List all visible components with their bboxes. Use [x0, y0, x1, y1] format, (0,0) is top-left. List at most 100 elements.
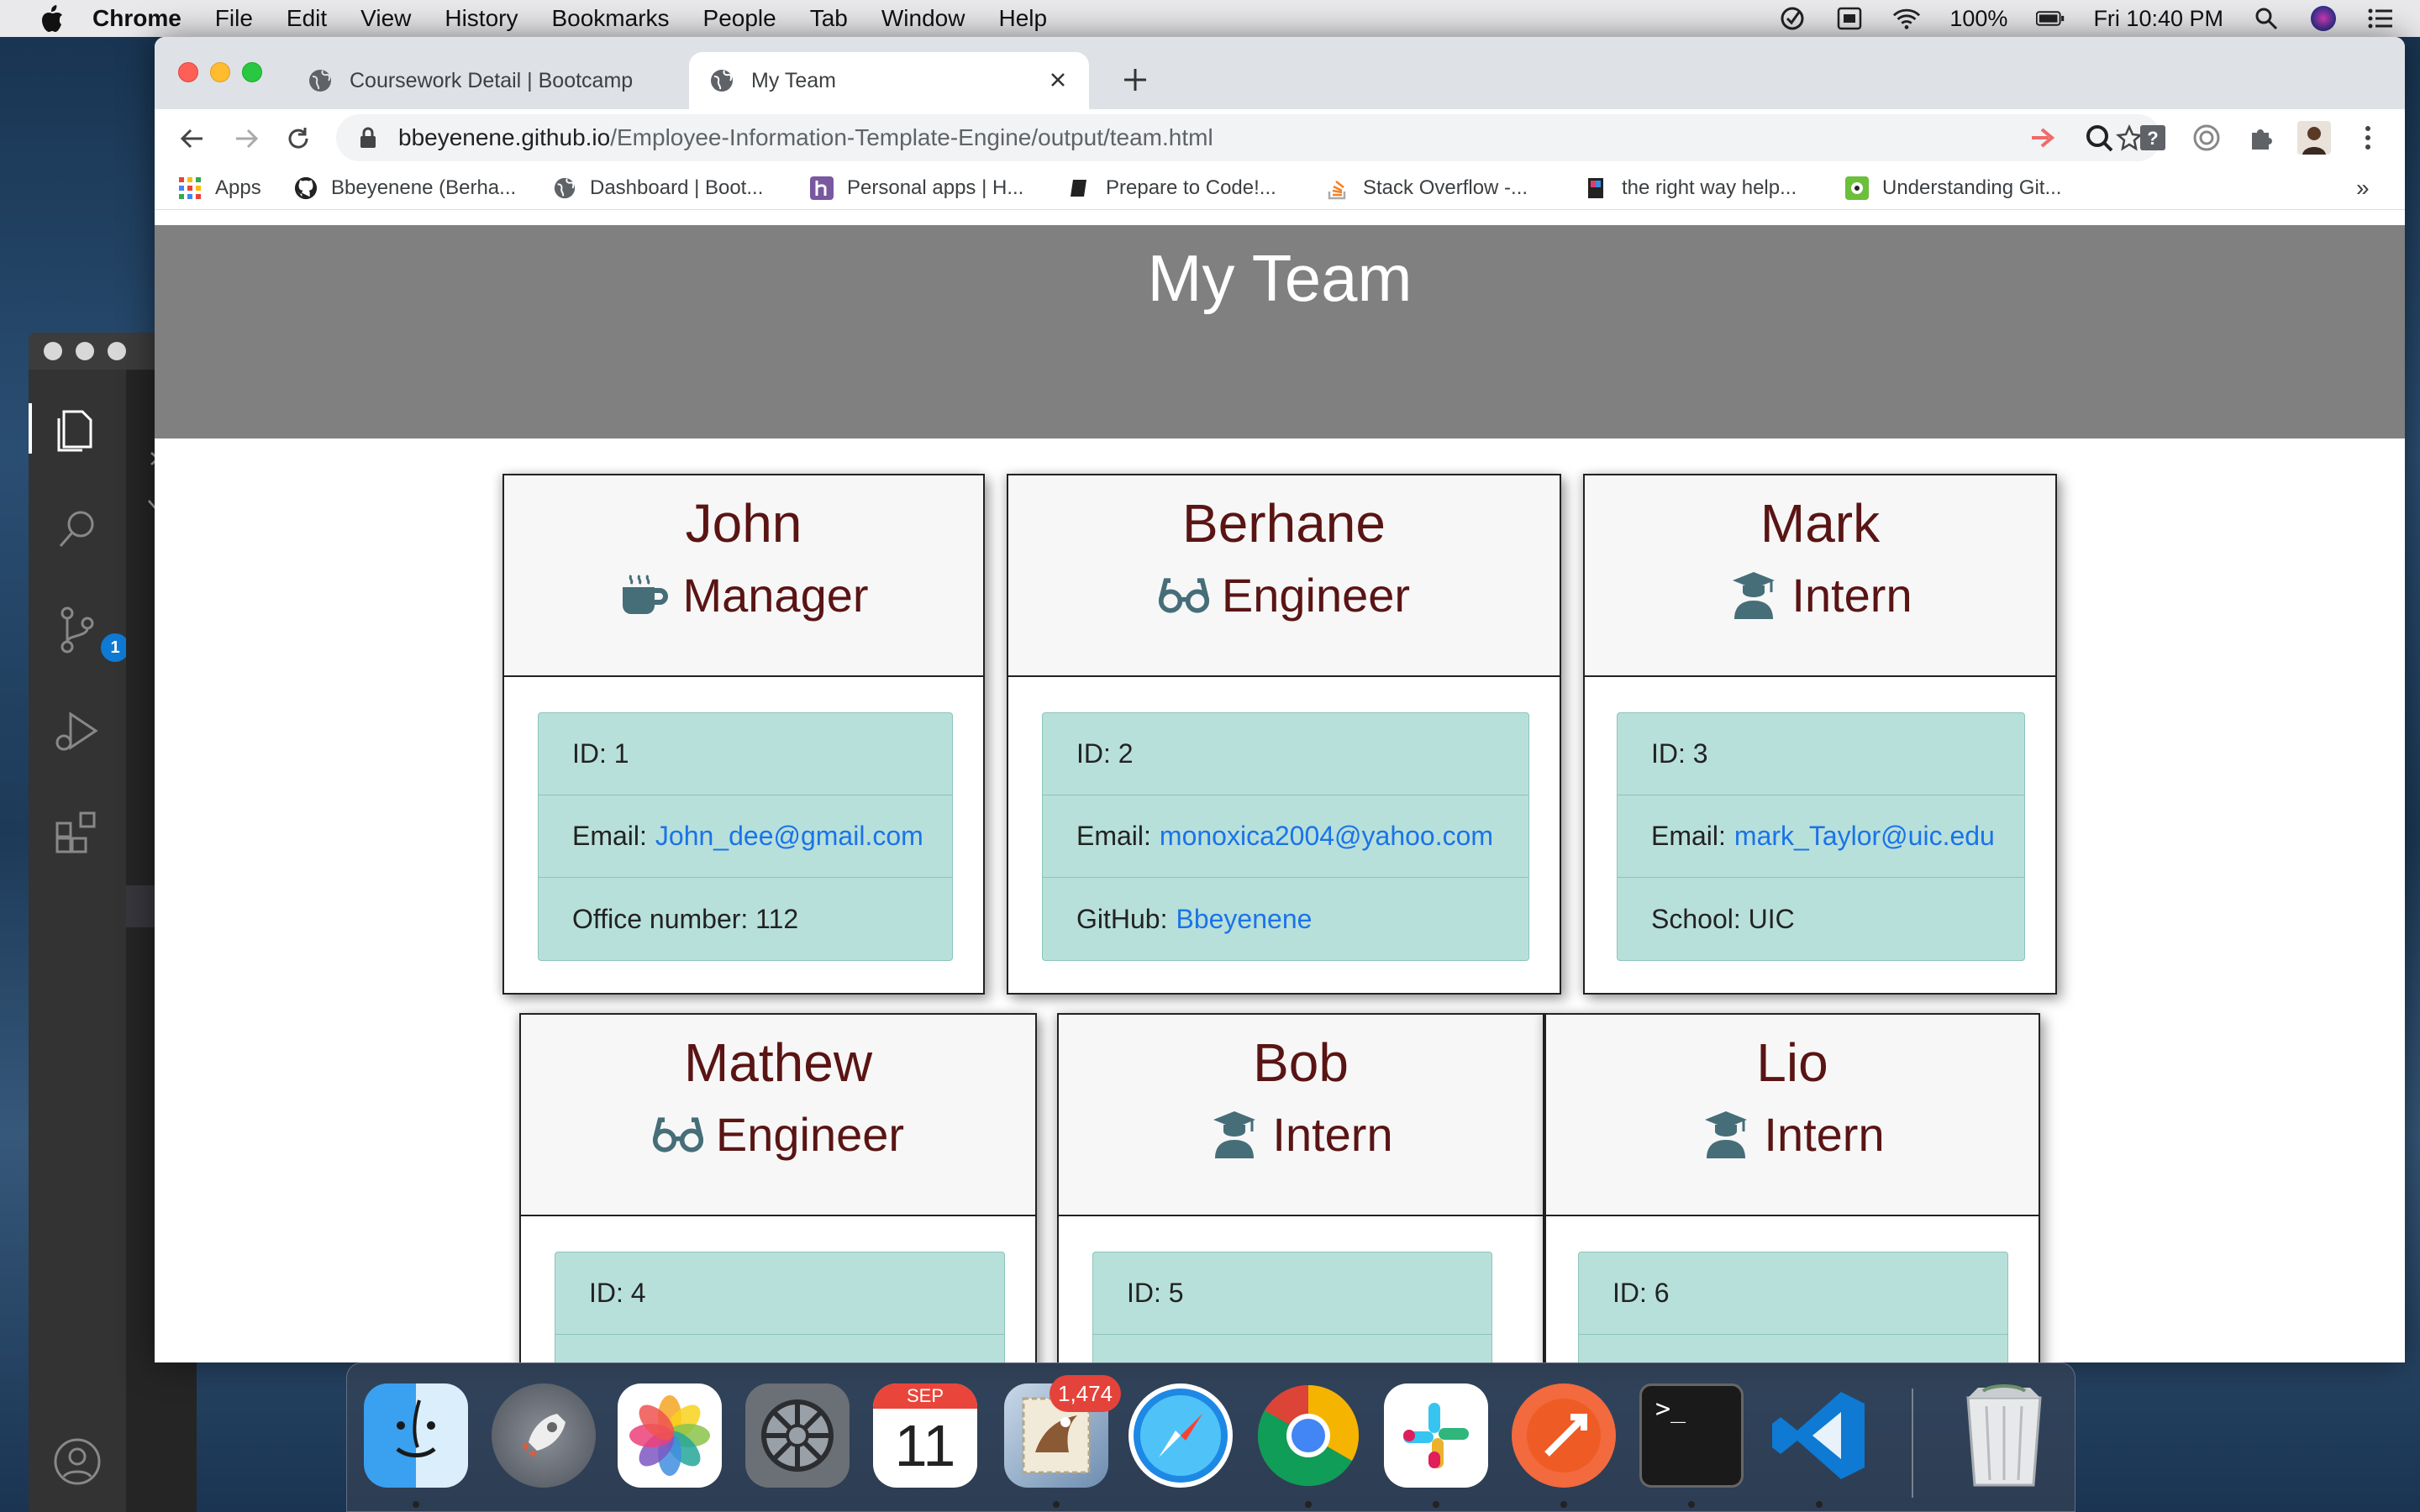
- id-text: ID: 1: [572, 738, 629, 769]
- employee-id: ID: 3: [1618, 713, 2024, 795]
- bookmark-prepare[interactable]: Prepare to Code!...: [1069, 173, 1276, 203]
- menu-history[interactable]: History: [445, 5, 518, 32]
- extension-help-icon[interactable]: ?: [2136, 121, 2170, 155]
- employee-email: Email: mark_Taylor@uic.edu: [1618, 795, 2024, 878]
- chrome-icon[interactable]: [1256, 1383, 1360, 1488]
- employee-name: Bob: [1253, 1032, 1349, 1093]
- employee-office: Office number: 112: [539, 878, 952, 960]
- bookmark-github[interactable]: Bbeyenene (Berha...: [294, 173, 516, 203]
- bookmark-icon: [1585, 176, 1608, 200]
- menu-bookmarks[interactable]: Bookmarks: [551, 5, 669, 32]
- bookmark-apps[interactable]: Apps: [178, 173, 261, 203]
- employee-name: Mark: [1760, 493, 1881, 554]
- email-link[interactable]: John_dee@gmail.com: [655, 821, 923, 852]
- finder-icon[interactable]: [364, 1383, 468, 1488]
- bookmark-stackoverflow[interactable]: Stack Overflow -...: [1326, 173, 1528, 203]
- employee-role: Engineer: [1158, 568, 1410, 622]
- source-control-icon[interactable]: 1: [52, 605, 129, 662]
- minimize-window-button[interactable]: [210, 62, 230, 82]
- bookmark-dashboard[interactable]: Dashboard | Boot...: [553, 173, 763, 203]
- run-debug-icon[interactable]: [52, 706, 103, 756]
- battery-percent: 100%: [1949, 5, 2008, 31]
- terminal-icon[interactable]: >_: [1639, 1383, 1744, 1488]
- running-indicator: [1816, 1501, 1823, 1508]
- close-window-button[interactable]: [178, 62, 198, 82]
- vscode-minimize-button[interactable]: [76, 342, 94, 360]
- bookmark-label: Stack Overflow -...: [1363, 176, 1528, 199]
- menu-view[interactable]: View: [360, 5, 411, 32]
- bookmarks-overflow-button[interactable]: »: [2356, 173, 2370, 203]
- page-title: My Team: [1147, 241, 1413, 315]
- menu-app-name[interactable]: Chrome: [92, 5, 182, 32]
- employee-id: ID: 6: [1579, 1252, 2007, 1335]
- menu-edit[interactable]: Edit: [287, 5, 327, 32]
- new-tab-button[interactable]: [1114, 59, 1156, 101]
- account-icon[interactable]: [52, 1436, 103, 1487]
- zoom-window-button[interactable]: [242, 62, 262, 82]
- menubar-clock[interactable]: Fri 10:40 PM: [2093, 6, 2223, 32]
- calendar-icon[interactable]: SEP 11: [873, 1383, 977, 1488]
- safari-icon[interactable]: [1128, 1383, 1233, 1488]
- battery-icon[interactable]: [2036, 6, 2065, 31]
- explorer-icon[interactable]: [29, 403, 126, 454]
- employee-card: Mark Intern ID: 3 Email: mark_Taylor@uic…: [1583, 474, 2057, 995]
- extension-circle-icon[interactable]: [2190, 121, 2223, 155]
- menu-people[interactable]: People: [703, 5, 776, 32]
- notification-center-icon[interactable]: [2366, 6, 2395, 31]
- book-icon: [1069, 176, 1092, 200]
- bookmark-understanding-git[interactable]: Understanding Git...: [1845, 173, 2061, 203]
- email-link[interactable]: mark_Taylor@uic.edu: [1734, 821, 1995, 852]
- extensions-icon[interactable]: [52, 806, 103, 857]
- employee-info-list: ID: 5: [1092, 1252, 1492, 1362]
- more-menu-icon[interactable]: [2351, 121, 2385, 155]
- email-link[interactable]: monoxica2004@yahoo.com: [1160, 821, 1493, 852]
- extension-arrow-icon[interactable]: [2028, 121, 2062, 155]
- apple-menu-icon[interactable]: [37, 3, 67, 34]
- siri-icon[interactable]: [2309, 6, 2338, 31]
- scm-badge: 1: [101, 633, 129, 662]
- postman-icon[interactable]: [1512, 1383, 1616, 1488]
- menu-window[interactable]: Window: [881, 5, 965, 32]
- vscode-zoom-button[interactable]: [108, 342, 126, 360]
- menu-file[interactable]: File: [215, 5, 253, 32]
- back-arrow-icon[interactable]: [175, 121, 210, 156]
- employee-name: Mathew: [683, 1032, 873, 1093]
- bookmark-label: Prepare to Code!...: [1106, 176, 1276, 199]
- git-icon: [1845, 176, 1869, 200]
- trash-icon[interactable]: [1952, 1383, 2056, 1488]
- forward-arrow-icon[interactable]: [229, 121, 264, 156]
- tab-my-team[interactable]: My Team: [689, 52, 1089, 109]
- lock-icon[interactable]: [356, 126, 380, 150]
- search-icon[interactable]: [52, 504, 103, 554]
- close-tab-icon[interactable]: [1045, 67, 1071, 92]
- photos-icon[interactable]: [618, 1383, 722, 1488]
- employee-info-list: ID: 4: [555, 1252, 1005, 1362]
- address-bar[interactable]: bbeyenene.github.io /Employee-Informatio…: [336, 114, 2161, 161]
- role-label: Intern: [1764, 1108, 1885, 1161]
- profile-avatar[interactable]: [2297, 121, 2331, 155]
- wifi-icon[interactable]: [1892, 6, 1921, 31]
- system-preferences-icon[interactable]: [745, 1383, 850, 1488]
- employee-card: Lio Intern ID: 6: [1544, 1013, 2040, 1362]
- bookmark-label: Apps: [215, 176, 261, 199]
- running-indicator: [1688, 1501, 1695, 1508]
- vscode-close-button[interactable]: [44, 342, 62, 360]
- launchpad-icon[interactable]: [492, 1383, 596, 1488]
- bookmark-right-way[interactable]: the right way help...: [1585, 173, 1797, 203]
- glasses-icon: [1158, 570, 1210, 622]
- vscode-icon[interactable]: [1767, 1383, 1871, 1488]
- menu-tab[interactable]: Tab: [810, 5, 848, 32]
- bookmark-heroku[interactable]: Personal apps | H...: [810, 173, 1023, 203]
- employee-info-list: ID: 2 Email: monoxica2004@yahoo.com GitH…: [1042, 712, 1529, 961]
- coffee-mug-icon: [618, 570, 671, 622]
- extensions-puzzle-icon[interactable]: [2244, 121, 2277, 155]
- menu-help[interactable]: Help: [998, 5, 1047, 32]
- keyboard-status-icon[interactable]: [1835, 6, 1864, 31]
- employee-role: Intern: [1728, 568, 1912, 622]
- checkmark-status-icon[interactable]: [1778, 6, 1807, 31]
- extension-search-icon[interactable]: [2082, 121, 2116, 155]
- github-link[interactable]: Bbeyenene: [1176, 904, 1312, 935]
- slack-icon[interactable]: [1384, 1383, 1488, 1488]
- spotlight-search-icon[interactable]: [2252, 6, 2281, 31]
- reload-icon[interactable]: [281, 121, 316, 156]
